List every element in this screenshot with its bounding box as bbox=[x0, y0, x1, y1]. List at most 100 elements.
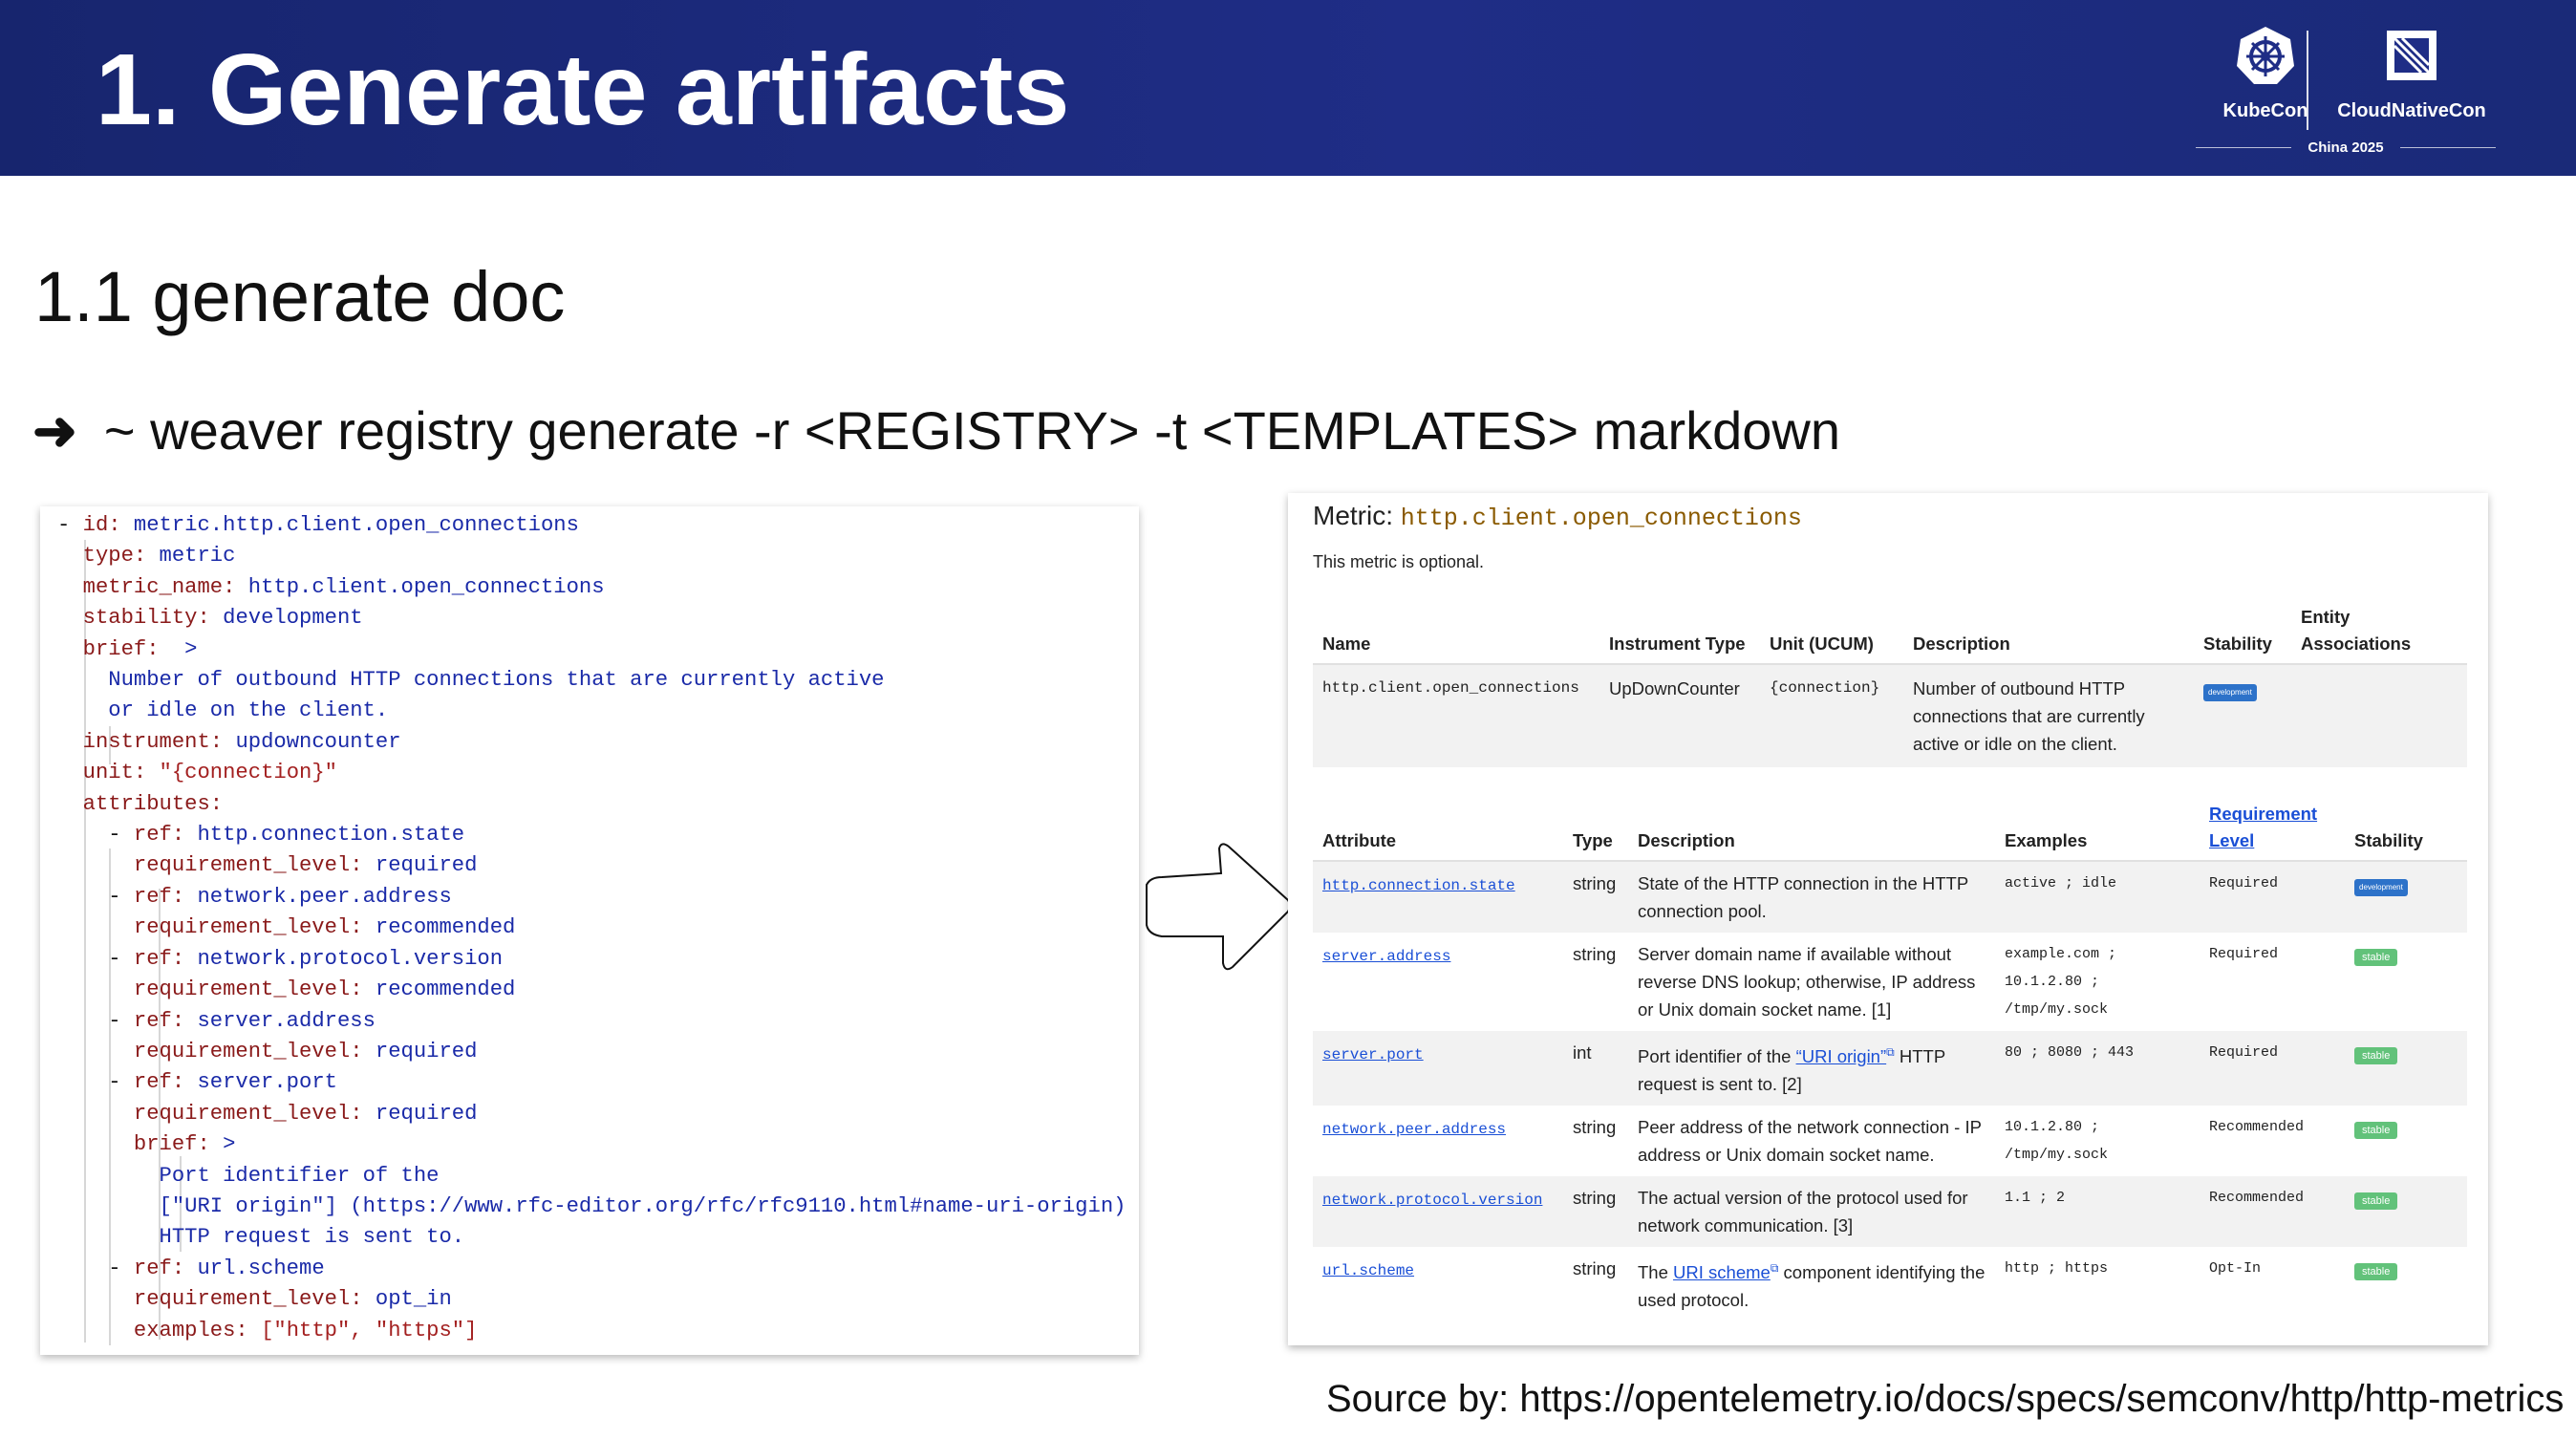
table-row: server.port int Port identifier of the “UR… bbox=[1313, 1031, 2467, 1106]
yaml-value: development bbox=[223, 606, 363, 631]
yaml-value: HTTP request is sent to. bbox=[159, 1225, 465, 1250]
yaml-line: attributes: bbox=[57, 792, 235, 816]
cncf-square-icon bbox=[2387, 31, 2436, 80]
yaml-indent bbox=[57, 1225, 160, 1249]
status-badge: stable bbox=[2354, 1047, 2398, 1064]
metric-col-header: Description bbox=[1903, 598, 2194, 665]
examples-cell: 80 ; 8080 ; 443 bbox=[1995, 1031, 2200, 1106]
logo-rule-right bbox=[2400, 147, 2496, 148]
yaml-line: - ref: http.connection.state bbox=[57, 823, 465, 848]
yaml-indent bbox=[57, 761, 83, 784]
yaml-key: attributes bbox=[82, 791, 210, 816]
description-cell: Server domain name if available without … bbox=[1628, 933, 1995, 1031]
yaml-line: unit: "{connection}" bbox=[57, 761, 337, 784]
yaml-value: network.protocol.version bbox=[197, 946, 504, 971]
event-logo: KubeCon CloudNativeCon China 2025 bbox=[2188, 25, 2503, 159]
attr-col-header: Description bbox=[1628, 795, 1995, 862]
yaml-key: ref bbox=[133, 946, 172, 971]
logo-divider bbox=[2307, 31, 2308, 130]
description-link[interactable]: URI scheme bbox=[1673, 1262, 1771, 1282]
attribute-link[interactable]: network.peer.address bbox=[1322, 1121, 1506, 1138]
yaml-value: ["URI origin"] (https://www.rfc-editor.o… bbox=[159, 1193, 1127, 1218]
attribute-link[interactable]: url.scheme bbox=[1322, 1262, 1414, 1279]
description-text: Port identifier of the bbox=[1638, 1046, 1796, 1067]
examples-cell: 10.1.2.80 ; /tmp/my.sock bbox=[2005, 1119, 2109, 1164]
type-cell: string bbox=[1573, 1258, 1617, 1279]
yaml-value: required bbox=[375, 1101, 478, 1126]
requirement-cell: Opt-In bbox=[2209, 1260, 2262, 1278]
yaml-key: ref bbox=[133, 884, 172, 909]
yaml-value: required bbox=[375, 1039, 478, 1063]
yaml-line: requirement_level: recommended bbox=[57, 915, 515, 939]
yaml-key: type bbox=[82, 544, 134, 569]
type-cell: string bbox=[1563, 861, 1628, 933]
yaml-indent: - bbox=[57, 884, 134, 909]
external-link-icon: ⧉ bbox=[1886, 1045, 1895, 1059]
yaml-value: server.address bbox=[197, 1008, 376, 1033]
metric-name: http.client.open_connections bbox=[1400, 505, 1802, 532]
attribute-cell: url.scheme bbox=[1313, 1247, 1563, 1321]
yaml-indent bbox=[57, 730, 83, 754]
yaml-key: requirement_level bbox=[133, 1287, 351, 1312]
yaml-value: Number of outbound HTTP connections that… bbox=[108, 668, 885, 693]
attribute-link[interactable]: server.address bbox=[1322, 948, 1450, 965]
requirement-level-link[interactable]: Requirement Level bbox=[2200, 795, 2345, 862]
yaml-key: stability bbox=[82, 606, 198, 631]
yaml-indent bbox=[57, 977, 134, 1001]
yaml-key: metric_name bbox=[82, 574, 224, 599]
yaml-indent: - bbox=[57, 1070, 134, 1095]
yaml-line: requirement_level: opt_in bbox=[57, 1287, 452, 1311]
requirement-cell: Required bbox=[2200, 1031, 2345, 1106]
unit-cell: {connection} bbox=[1760, 664, 1903, 767]
yaml-key: brief bbox=[133, 1132, 198, 1157]
yaml-value: or idle on the client. bbox=[108, 698, 389, 723]
description-cell: Port identifier of the “URI origin”⧉ HTT… bbox=[1628, 1031, 1995, 1106]
yaml-indent: - bbox=[57, 823, 134, 848]
status-badge: stable bbox=[2354, 949, 2398, 966]
description-text: The bbox=[1638, 1262, 1674, 1283]
stability-cell: development bbox=[2194, 664, 2291, 767]
metric-col-header: Unit (UCUM) bbox=[1760, 598, 1903, 665]
optional-note: This metric is optional. bbox=[1313, 552, 1485, 571]
yaml-key: ref bbox=[133, 823, 172, 848]
transform-arrow-icon bbox=[1146, 843, 1291, 971]
metric-name-cell: http.client.open_connections bbox=[1313, 664, 1599, 767]
description-link[interactable]: “URI origin” bbox=[1796, 1046, 1887, 1066]
yaml-line: requirement_level: required bbox=[57, 1039, 478, 1063]
yaml-value: required bbox=[375, 853, 478, 878]
attr-col-header: Stability bbox=[2345, 795, 2467, 862]
yaml-line: examples: ["http", "https"] bbox=[57, 1319, 478, 1342]
stability-cell: stable bbox=[2345, 1031, 2467, 1106]
status-badge: stable bbox=[2354, 1122, 2398, 1140]
yaml-value: > bbox=[171, 636, 198, 661]
yaml-value: updowncounter bbox=[235, 729, 401, 754]
yaml-line: brief: > bbox=[57, 637, 198, 661]
kubernetes-helm-icon bbox=[2237, 27, 2294, 84]
yaml-indent bbox=[57, 1164, 160, 1188]
yaml-indent bbox=[57, 668, 108, 692]
yaml-value: network.peer.address bbox=[197, 884, 452, 909]
attr-col-header: Type bbox=[1563, 795, 1628, 862]
status-badge: development bbox=[2354, 879, 2408, 896]
stability-cell: stable bbox=[2345, 1176, 2467, 1248]
yaml-line: HTTP request is sent to. bbox=[57, 1225, 465, 1250]
yaml-value: > bbox=[223, 1132, 236, 1157]
generated-doc-panel: Metric: http.client.open_connections Thi… bbox=[1288, 493, 2488, 1345]
yaml-key: requirement_level bbox=[133, 977, 351, 1002]
yaml-indent: - bbox=[57, 1256, 134, 1280]
yaml-line: - ref: network.peer.address bbox=[57, 884, 452, 909]
metric-col-header: Name bbox=[1313, 598, 1599, 665]
yaml-line: - ref: server.port bbox=[57, 1070, 337, 1095]
status-badge: stable bbox=[2354, 1263, 2398, 1281]
attribute-link[interactable]: server.port bbox=[1322, 1046, 1424, 1063]
type-cell: string bbox=[1563, 1176, 1628, 1248]
yaml-key: requirement_level bbox=[133, 915, 351, 940]
attribute-link[interactable]: network.protocol.version bbox=[1322, 1192, 1542, 1209]
metric-heading: Metric: http.client.open_connections bbox=[1313, 501, 1802, 532]
yaml-value: opt_in bbox=[375, 1287, 452, 1312]
command-line: ➜ ~ weaver registry generate -r <REGISTRY… bbox=[32, 399, 1840, 462]
yaml-value: server.port bbox=[197, 1070, 337, 1095]
yaml-indent: - bbox=[57, 946, 134, 971]
cloudnativecon-logo-text: CloudNativeCon bbox=[2337, 100, 2486, 121]
attribute-link[interactable]: http.connection.state bbox=[1322, 877, 1515, 894]
